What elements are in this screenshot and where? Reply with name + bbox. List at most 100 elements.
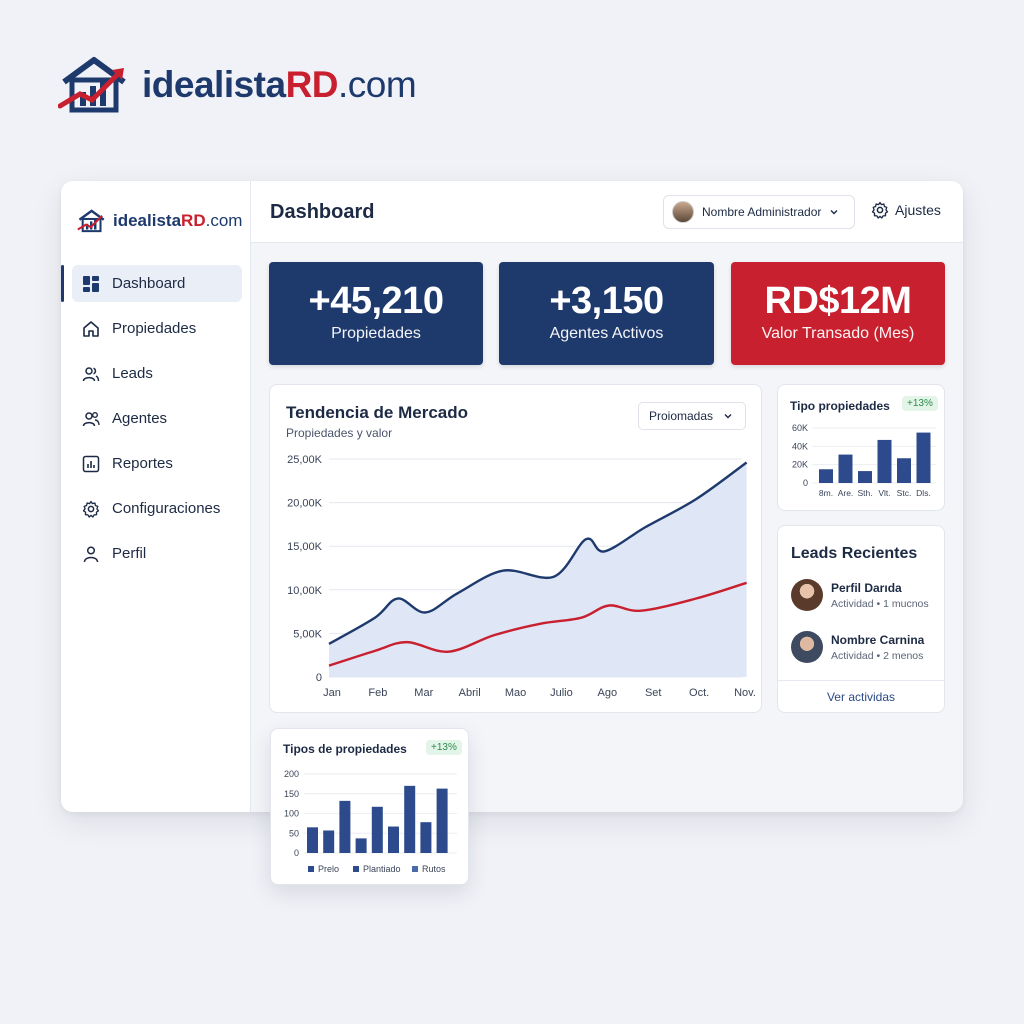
sidebar-item-label: Configuraciones (112, 500, 221, 517)
stat-label: Valor Transado (Mes) (761, 325, 915, 342)
brand-house-chart-icon (77, 209, 105, 233)
property-types-small-panel: Tipo propiedades +13% 60K 40K 20K 0 8m. Are. S… (777, 384, 945, 511)
legend-label: Plantiado (363, 864, 401, 874)
stat-label: Propiedades (331, 325, 421, 342)
sidebar-item-propiedades[interactable]: Propiedades (72, 310, 242, 347)
legend-swatch (308, 866, 314, 872)
lead-item[interactable]: Nombre Carnina Actividad • 2 menos (791, 631, 924, 663)
sidebar: idealistaRD.com Dashboard Propiedades Le… (61, 181, 251, 812)
settings-label: Ajustes (895, 202, 941, 218)
bar (339, 800, 351, 853)
bar (838, 454, 853, 483)
stat-label: Agentes Activos (549, 325, 664, 342)
y-tick-label: 10,00K (287, 585, 323, 597)
sidebar-item-label: Propiedades (112, 320, 197, 337)
legend-swatch (353, 866, 359, 872)
settings-button[interactable]: Ajustes (871, 201, 941, 219)
bar (404, 785, 416, 853)
stat-value: RD$12M (764, 280, 912, 322)
view-activities-link[interactable]: Ver actividas (778, 680, 944, 713)
lead-meta: Actividad • 1 mucnos (831, 597, 929, 610)
gear-icon (871, 201, 889, 219)
legend-label: Rutos (422, 864, 446, 874)
sidebar-item-label: Agentes (112, 410, 168, 427)
bar (355, 838, 367, 853)
sidebar-item-configuraciones[interactable]: Configuraciones (72, 490, 242, 527)
bar (819, 469, 833, 483)
bar (916, 432, 931, 483)
stat-value: +45,210 (308, 280, 444, 322)
users-icon (82, 366, 100, 381)
sidebar-item-reportes[interactable]: Reportes (72, 445, 242, 482)
user-icon (83, 545, 99, 562)
y-tick-label: 20K (792, 460, 808, 470)
y-tick-label: 15,00K (287, 541, 323, 553)
sidebar-brand[interactable]: idealistaRD.com (77, 209, 242, 233)
property-types-float-card: Tipos de propiedades +13% 200 150 100 50 0 Pr… (270, 728, 469, 885)
page-title: Dashboard (270, 201, 375, 223)
lead-meta: Actividad • 2 menos (831, 649, 924, 662)
app-window: idealistaRD.com Dashboard Propiedades Le… (61, 181, 963, 812)
avatar (791, 579, 823, 611)
sidebar-nav: Dashboard Propiedades Leads Agentes Repo… (61, 265, 242, 580)
recent-leads-panel: Leads Recientes Perfil Darıda Actividad … (777, 525, 945, 713)
brand-logo-header: idealistaRD.com (58, 56, 417, 114)
sidebar-item-dashboard[interactable]: Dashboard (61, 265, 242, 302)
sidebar-item-label: Leads (112, 365, 153, 382)
sidebar-item-agentes[interactable]: Agentes (72, 400, 242, 437)
x-tick-label: Jan (323, 687, 341, 699)
y-tick-label: 0 (803, 478, 808, 488)
y-tick-label: 0 (316, 672, 322, 684)
y-tick-label: 200 (284, 769, 299, 779)
property-types-small-chart: 60K 40K 20K 0 8m. Are. Sth. Vlt. Stc. Dls. (792, 423, 936, 498)
grid-icon (83, 275, 99, 292)
x-tick-label: Ago (598, 687, 618, 699)
bar (858, 471, 872, 483)
user-name: Nombre Administrador (702, 205, 822, 219)
x-tick-label: Vlt. (878, 488, 890, 498)
x-tick-label: Are. (838, 488, 854, 498)
y-tick-label: 150 (284, 789, 299, 799)
y-tick-label: 20,00K (287, 498, 323, 510)
x-tick-label: Oct. (689, 687, 709, 699)
stat-card-valor-transado[interactable]: RD$12M Valor Transado (Mes) (731, 262, 945, 365)
x-tick-label: Stc. (897, 488, 912, 498)
lead-name: Nombre Carnina (831, 632, 925, 647)
chevron-down-icon (830, 210, 838, 215)
stat-card-propiedades[interactable]: +45,210 Propiedades (269, 262, 483, 365)
bar (323, 830, 335, 853)
legend-label: Prelo (318, 864, 339, 874)
chart-icon (82, 455, 100, 472)
x-tick-label: 8m. (819, 488, 833, 498)
x-tick-label: Set (645, 687, 662, 699)
sidebar-item-label: Dashboard (112, 275, 186, 292)
y-tick-label: 100 (284, 809, 299, 819)
x-tick-label: Mao (505, 687, 526, 699)
sidebar-item-perfil[interactable]: Perfil (72, 535, 242, 572)
y-tick-label: 0 (294, 848, 299, 858)
y-tick-label: 5,00K (293, 628, 322, 640)
brand-name: idealistaRD.com (142, 64, 417, 105)
x-tick-label: Julio (550, 687, 573, 699)
top-bar: Dashboard Nombre Administrador Ajustes (251, 181, 963, 243)
agents-icon (82, 411, 100, 426)
recent-leads-title: Leads Recientes (791, 545, 918, 562)
sidebar-item-label: Reportes (112, 455, 173, 472)
sidebar-item-label: Perfil (112, 545, 147, 562)
y-tick-label: 50 (289, 828, 299, 838)
stat-card-agentes[interactable]: +3,150 Agentes Activos (499, 262, 714, 365)
stat-value: +3,150 (549, 280, 664, 322)
x-tick-label: Feb (368, 687, 387, 699)
legend-swatch (412, 866, 418, 872)
x-tick-label: Mar (414, 687, 433, 699)
x-tick-label: Dls. (916, 488, 931, 498)
sidebar-item-leads[interactable]: Leads (72, 355, 242, 392)
user-menu-dropdown[interactable]: Nombre Administrador (663, 195, 855, 229)
lead-item[interactable]: Perfil Darıda Actividad • 1 mucnos (791, 579, 929, 611)
bar (877, 439, 892, 483)
bar (371, 806, 383, 853)
market-trend-panel: Tendencia de Mercado Propiedades y valor… (269, 384, 762, 713)
market-trend-chart: 25,00K 20,00K 15,00K 10,00K 5,00K 0Jan Feb Mar A… (287, 454, 756, 699)
bar (388, 826, 399, 853)
avatar (791, 631, 823, 663)
